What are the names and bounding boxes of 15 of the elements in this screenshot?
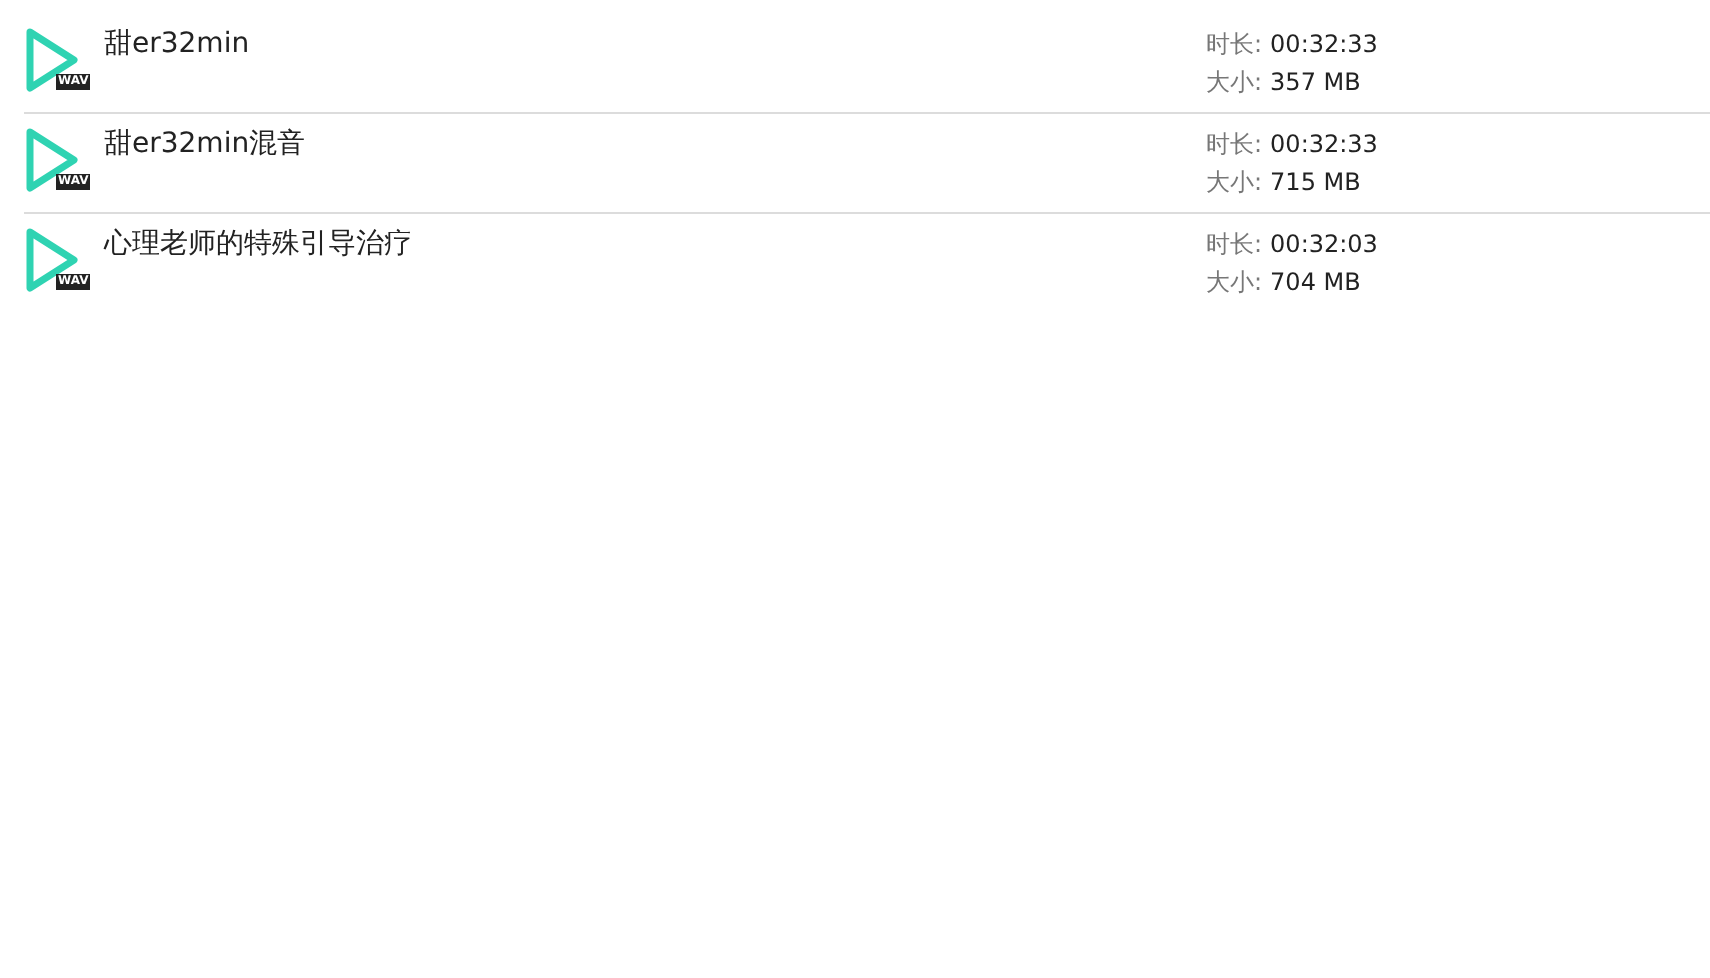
size-value: 357 MB	[1270, 68, 1361, 98]
size-value: 704 MB	[1270, 268, 1361, 298]
duration-value: 00:32:33	[1270, 30, 1378, 60]
file-title[interactable]: 甜er32min	[104, 26, 1206, 62]
duration-label: 时长:	[1206, 230, 1263, 260]
size-value: 715 MB	[1270, 168, 1361, 198]
duration-value: 00:32:33	[1270, 130, 1378, 160]
duration-value: 00:32:03	[1270, 230, 1378, 260]
size-label: 大小:	[1206, 268, 1263, 298]
size-label: 大小:	[1206, 168, 1263, 198]
duration-label: 时长:	[1206, 30, 1263, 60]
size-label: 大小:	[1206, 68, 1263, 98]
file-title[interactable]: 甜er32min混音	[104, 126, 1206, 162]
file-title[interactable]: 心理老师的特殊引导治疗	[104, 226, 1206, 262]
duration-label: 时长:	[1206, 130, 1263, 160]
